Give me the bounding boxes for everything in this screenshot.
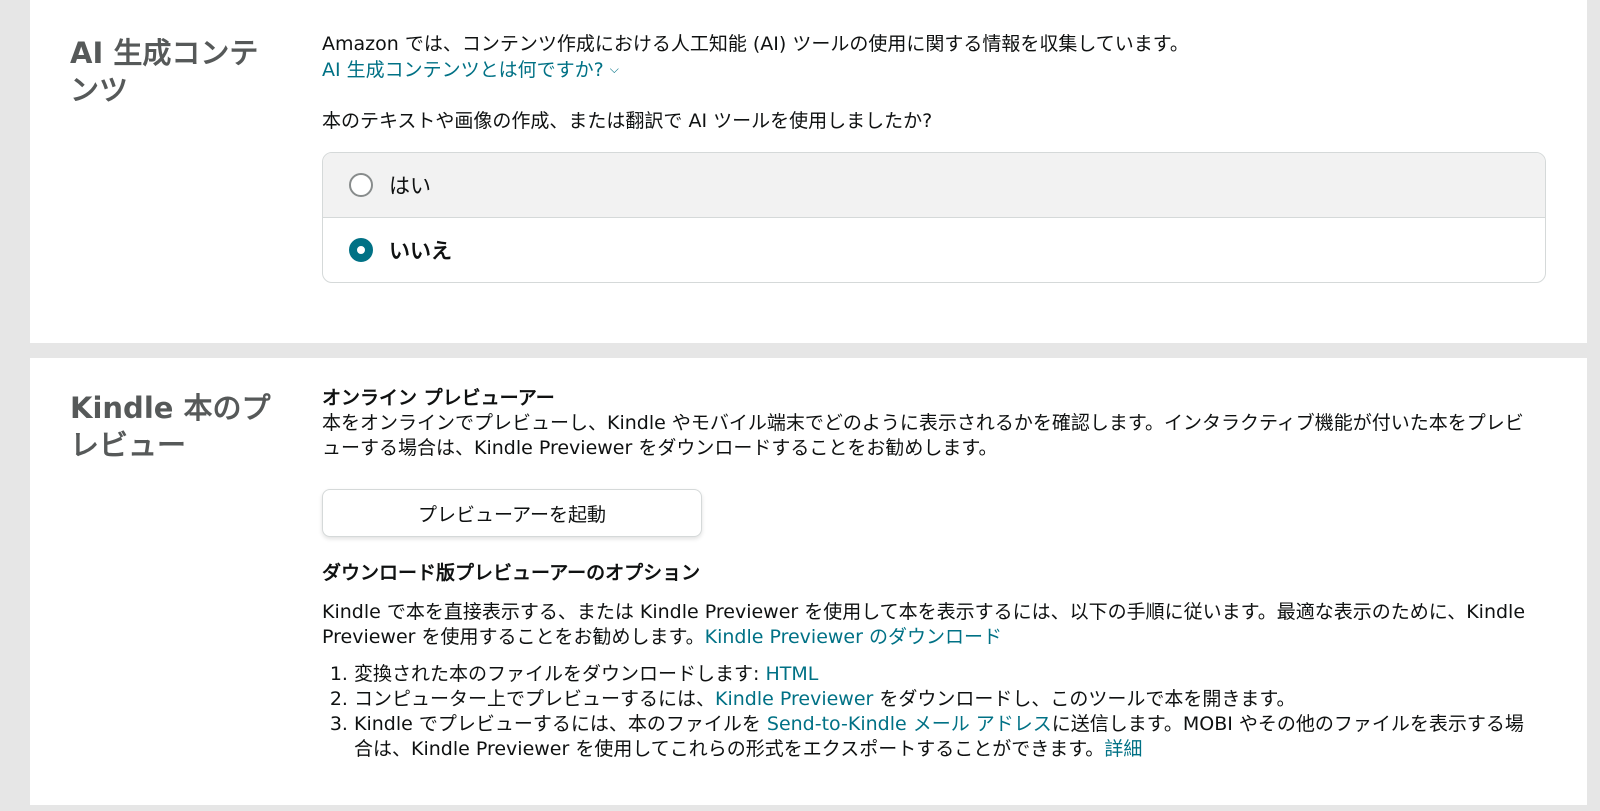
list-item: Kindle でプレビューするには、本のファイルを Send-to-Kindle… xyxy=(354,712,1542,762)
details-link[interactable]: 詳細 xyxy=(1104,738,1142,760)
download-previewer-desc: Kindle で本を直接表示する、または Kindle Previewer を使… xyxy=(322,600,1542,650)
ai-usage-radio-group: はい いいえ xyxy=(322,152,1546,283)
send-to-kindle-link[interactable]: Send-to-Kindle メール アドレス xyxy=(767,713,1052,735)
radio-label-yes: はい xyxy=(389,174,431,198)
ai-section-content: Amazon では、コンテンツ作成における人工知能 (AI) ツールの使用に関す… xyxy=(322,32,1546,283)
launch-previewer-button[interactable]: プレビューアーを起動 xyxy=(322,489,702,537)
radio-button-no[interactable] xyxy=(349,238,373,262)
radio-label-no: いいえ xyxy=(389,239,452,263)
preview-steps-list: 変換された本のファイルをダウンロードします: HTML コンピューター上でプレビ… xyxy=(322,662,1542,762)
ai-info-line: AI 生成コンテンツとは何ですか? ⌵ xyxy=(322,57,1542,83)
kindle-previewer-download-link[interactable]: Kindle Previewer のダウンロード xyxy=(705,626,1002,648)
ai-intro-text: Amazon では、コンテンツ作成における人工知能 (AI) ツールの使用に関す… xyxy=(322,33,1189,55)
radio-option-yes[interactable]: はい xyxy=(323,153,1545,218)
step-3-text: Kindle でプレビューするには、本のファイルを xyxy=(354,713,767,735)
download-previewer-heading: ダウンロード版プレビューアーのオプション xyxy=(322,562,701,584)
preview-section-title: Kindle 本のプレビュー xyxy=(70,391,271,462)
ai-section-title: AI 生成コンテンツ xyxy=(70,36,259,107)
ai-content-panel: AI 生成コンテンツ Amazon では、コンテンツ作成における人工知能 (AI… xyxy=(30,0,1587,343)
online-previewer-desc: 本をオンラインでプレビューし、Kindle やモバイル端末でどのように表示される… xyxy=(322,412,1524,459)
kindle-previewer-link[interactable]: Kindle Previewer xyxy=(715,688,873,710)
list-item: 変換された本のファイルをダウンロードします: HTML xyxy=(354,662,1542,687)
step-2-text: コンピューター上でプレビューするには、 xyxy=(354,688,716,710)
preview-section-content: オンライン プレビューアー 本をオンラインでプレビューし、Kindle やモバイ… xyxy=(322,386,1542,762)
ai-question: 本のテキストや画像の作成、または翻訳で AI ツールを使用しましたか? xyxy=(322,110,933,132)
radio-button-yes[interactable] xyxy=(349,173,373,197)
online-previewer-heading: オンライン プレビューアー xyxy=(322,387,555,409)
step-1-text: 変換された本のファイルをダウンロードします: xyxy=(354,663,766,685)
chevron-down-icon[interactable]: ⌵ xyxy=(610,57,619,82)
radio-option-no[interactable]: いいえ xyxy=(323,218,1545,282)
html-download-link[interactable]: HTML xyxy=(765,663,818,685)
step-2-after: をダウンロードし、このツールで本を開きます。 xyxy=(873,688,1296,710)
ai-info-link[interactable]: AI 生成コンテンツとは何ですか? xyxy=(322,59,604,81)
kindle-preview-panel: Kindle 本のプレビュー オンライン プレビューアー 本をオンラインでプレビ… xyxy=(30,358,1587,805)
list-item: コンピューター上でプレビューするには、Kindle Previewer をダウン… xyxy=(354,687,1542,712)
